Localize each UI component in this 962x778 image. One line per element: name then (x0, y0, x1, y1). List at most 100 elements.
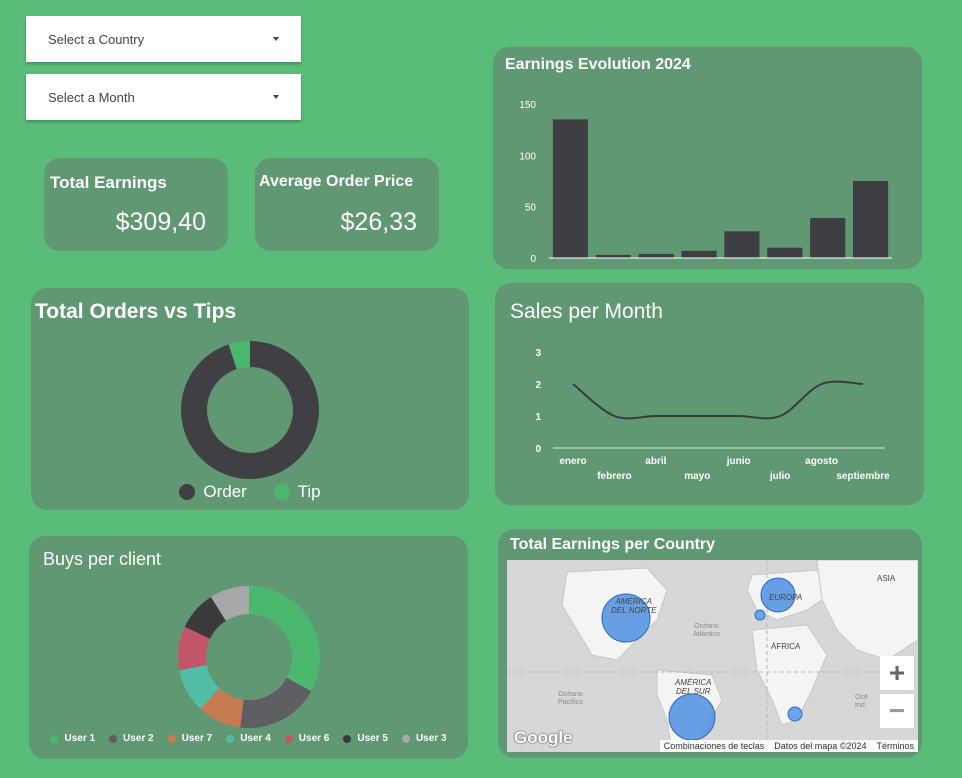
country-filter-label: Select a Country (48, 31, 145, 47)
map-label-pacific: Océano Pacífico (558, 691, 583, 706)
x-tick-label: febrero (597, 471, 631, 482)
legend-label: User 3 (415, 733, 447, 744)
legend-dot-order (179, 484, 196, 500)
legend-item-user-4: User 4 (226, 733, 271, 744)
legend-dot (284, 734, 293, 743)
total-earnings-value: $309,40 (115, 208, 206, 236)
earnings-evolution-chart: 0 50 100 150 (519, 100, 892, 265)
spain-bubble[interactable] (754, 609, 766, 621)
donut-slice-user-6 (178, 626, 211, 671)
y-tick-label: 50 (525, 203, 537, 214)
zoom-out-button[interactable]: − (880, 694, 914, 728)
sales-per-month-chart: 0 1 2 3 enero febrero abril mayo junio julio agost… (535, 348, 890, 482)
month-filter-dropdown[interactable]: Select a Month (26, 74, 301, 120)
legend-dot (343, 734, 352, 743)
y-tick-label: 100 (519, 151, 536, 162)
x-tick-label: julio (769, 471, 791, 482)
map-label-north-america: AMÉRICA DEL NORTE (611, 597, 657, 615)
map-label-south-america: AMÉRICA DEL SUR (675, 678, 712, 696)
x-tick-label: abril (645, 456, 666, 467)
map-footer: Combinaciones de teclas Datos del mapa ©… (659, 740, 918, 752)
sales-per-month-card: Sales per Month 0 1 2 3 enero febrero abril may… (495, 283, 924, 505)
map-label-atlantic: Océano Atlántico (693, 623, 720, 638)
legend-dot (226, 734, 235, 743)
y-tick-label: 0 (530, 254, 536, 265)
x-tick-label: mayo (684, 471, 710, 482)
map-label-indian: Océ Ind (855, 694, 868, 709)
donut-slice-order (181, 341, 319, 479)
country-filter-dropdown[interactable]: Select a Country (26, 16, 301, 62)
donut-slice-tip (228, 341, 251, 370)
x-tick-label: enero (559, 456, 586, 467)
world-map[interactable]: AMÉRICA DEL NORTE EUROPA ASIA ÁFRICA AMÉ… (507, 560, 918, 752)
buys-per-client-card: Buys per client User 1 User 2 User 7 User 4… (29, 536, 468, 759)
legend-item-user-6: User 6 (284, 733, 330, 744)
donut-slice-user-3 (210, 586, 250, 622)
map-data-link[interactable]: Datos del mapa ©2024 (774, 741, 866, 751)
bar (724, 231, 760, 258)
bar (552, 119, 589, 259)
legend-label: User 7 (181, 733, 213, 744)
map-label-europe: EUROPA (769, 593, 803, 602)
legend-dot (109, 734, 118, 743)
map-label-africa: ÁFRICA (771, 642, 801, 651)
legend-item-order: Order (179, 482, 247, 502)
average-order-price-title: Average Order Price (259, 173, 414, 190)
bar (638, 253, 674, 258)
earnings-evolution-card: Earnings Evolution 2024 0 50 100 150 (493, 47, 922, 269)
google-logo[interactable]: Google (514, 728, 573, 748)
legend-item-user-1: User 1 (50, 733, 95, 744)
map-label-asia: ASIA (877, 574, 896, 583)
legend-dot (401, 734, 410, 743)
legend-dot (50, 734, 59, 743)
donut-slice-user-7 (200, 687, 245, 728)
donut-slice-user-2 (240, 677, 312, 728)
legend-item-user-3: User 3 (401, 733, 447, 744)
earnings-per-country-title: Total Earnings per Country (510, 536, 716, 553)
legend-dot-tip (273, 484, 290, 500)
terms-link[interactable]: Términos (876, 741, 914, 751)
legend-label: User 6 (298, 733, 330, 744)
average-order-price-value: $26,33 (340, 208, 417, 236)
total-earnings-title: Total Earnings (50, 173, 167, 192)
x-tick-label: junio (726, 456, 751, 467)
month-filter-label: Select a Month (48, 89, 135, 105)
y-tick-label: 150 (519, 100, 536, 111)
world-map-graphic (507, 560, 918, 752)
sales-line (572, 380, 864, 420)
y-tick-label: 2 (535, 380, 541, 391)
donut-slice-user-1 (248, 586, 320, 692)
orders-vs-tips-card: Total Orders vs Tips Order Tip (31, 288, 469, 510)
legend-item-tip: Tip (273, 482, 321, 502)
x-tick-label: septiembre (836, 471, 890, 482)
chevron-down-icon (273, 37, 279, 41)
legend-label: User 1 (64, 733, 96, 744)
donut-slice-user-5 (184, 597, 227, 640)
buys-per-client-donut (178, 586, 320, 728)
bar (767, 247, 803, 258)
legend-dot (167, 734, 176, 743)
south-america-bubble[interactable] (668, 693, 716, 741)
donut-slice-user-4 (179, 664, 221, 709)
chevron-down-icon (273, 95, 279, 99)
legend-label: User 5 (357, 733, 388, 744)
bar (681, 250, 717, 258)
keyboard-shortcuts-link[interactable]: Combinaciones de teclas (664, 741, 765, 751)
y-tick-label: 0 (535, 444, 541, 455)
orders-vs-tips-legend: Order Tip (31, 482, 469, 505)
legend-label: User 4 (240, 733, 271, 744)
legend-item-user-2: User 2 (109, 733, 154, 744)
x-tick-label: agosto (805, 456, 838, 467)
earnings-per-country-card: Total Earnings per Country AMÉRICA DEL N… (498, 529, 922, 758)
orders-vs-tips-donut (181, 341, 319, 479)
average-order-price-card: Average Order Price $26,33 (255, 158, 439, 251)
legend-label-order: Order (203, 482, 247, 501)
zoom-in-button[interactable]: + (880, 656, 914, 690)
legend-item-user-7: User 7 (167, 733, 213, 744)
legend-item-user-5: User 5 (343, 733, 388, 744)
bar (810, 217, 846, 258)
legend-label-tip: Tip (297, 482, 321, 501)
buys-per-client-legend: User 1 User 2 User 7 User 4 User 6 User 5 User… (29, 733, 468, 746)
y-tick-label: 1 (535, 412, 541, 423)
south-africa-bubble[interactable] (787, 706, 803, 722)
